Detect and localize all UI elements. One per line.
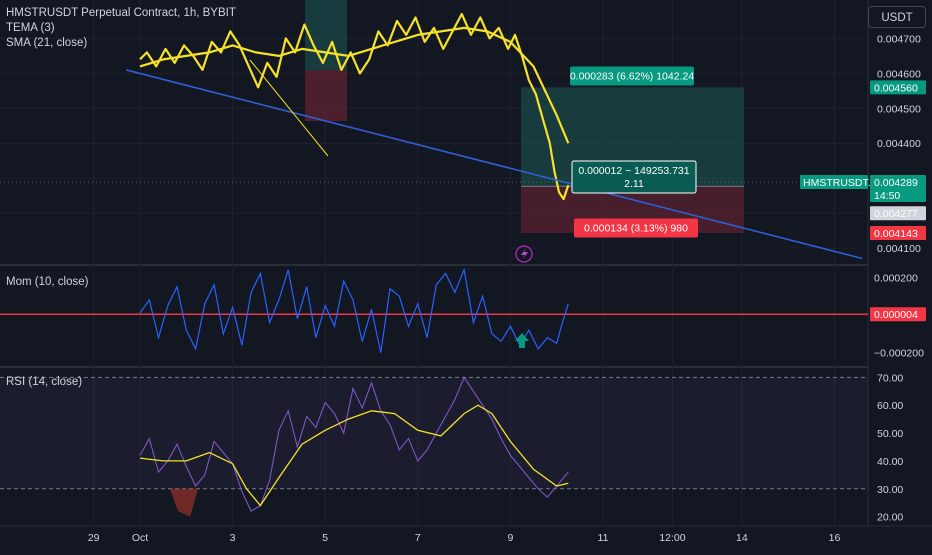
stop-label: 0.000134 (3.13%) 980 xyxy=(584,223,688,235)
rsi-tick-label: 50.00 xyxy=(877,428,903,440)
countdown-price-tag-label: 14:50 xyxy=(874,190,900,202)
center-label: 0.000012 ~ 149253.731 xyxy=(578,165,689,177)
price-tick-label: 0.004400 xyxy=(877,138,921,150)
sma-legend[interactable]: SMA (21, close) xyxy=(6,36,236,51)
currency-button[interactable]: USDT xyxy=(868,6,926,28)
price-tick-label: 0.004600 xyxy=(877,68,921,80)
rsi-tick-label: 70.00 xyxy=(877,372,903,384)
oversold-fill xyxy=(170,488,198,517)
last-price-tag-label: 0.004289 xyxy=(874,177,918,189)
chart-stage: 0.0047000.0046000.0045000.0044000.004300… xyxy=(0,0,932,550)
target-price-tag-label: 0.004560 xyxy=(874,82,918,94)
momentum-value-label: 0.000004 xyxy=(874,309,918,321)
position-zones xyxy=(305,0,744,234)
time-tick-label: 29 xyxy=(88,532,100,544)
time-tick-label: 9 xyxy=(507,532,513,544)
stop-price-tag-label: 0.004143 xyxy=(874,228,918,240)
symbol-price-tag-label: HMSTRUSDT.P xyxy=(803,177,878,189)
chart-canvas[interactable]: 0.0047000.0046000.0045000.0044000.004300… xyxy=(0,0,932,550)
center-label: 2.11 xyxy=(624,178,644,190)
tema-legend[interactable]: TEMA (3) xyxy=(6,21,236,36)
earlier-profit-zone xyxy=(305,0,347,70)
legend-main: HMSTRUSDT Perpetual Contract, 1h, BYBIT … xyxy=(6,6,236,51)
time-tick-label: 14 xyxy=(736,532,748,544)
earlier-loss-zone xyxy=(305,70,347,121)
trendline[interactable] xyxy=(125,69,863,260)
mom-legend[interactable]: Mom (10, close) xyxy=(6,275,88,290)
time-tick-label: 3 xyxy=(230,532,236,544)
rsi-tick-label: 20.00 xyxy=(877,512,903,524)
rsi-legend[interactable]: RSI (14, close) xyxy=(6,375,82,390)
symbol-title[interactable]: HMSTRUSDT Perpetual Contract, 1h, BYBIT xyxy=(6,6,236,21)
time-tick-label: Oct xyxy=(132,532,148,544)
momentum-panel xyxy=(0,267,868,353)
up-arrow-icon[interactable] xyxy=(515,333,529,348)
price-tick-label: 0.004700 xyxy=(877,33,921,45)
rsi-tick-label: 30.00 xyxy=(877,484,903,496)
rsi-band-fill xyxy=(0,377,868,489)
time-tick-label: 16 xyxy=(829,532,841,544)
target-label: 0.000283 (6.62%) 1042.24 xyxy=(570,71,695,83)
price-tick-label: 0.004100 xyxy=(877,243,921,255)
time-tick-label: 11 xyxy=(598,532,609,544)
entry-price-tag-label: 0.004277 xyxy=(874,208,918,220)
time-tick-label: 12:00 xyxy=(659,532,685,544)
momentum-tick-label: 0.000200 xyxy=(874,272,918,284)
rsi-tick-label: 40.00 xyxy=(877,456,903,468)
rsi-tick-label: 60.00 xyxy=(877,400,903,412)
price-tick-label: 0.004500 xyxy=(877,103,921,115)
momentum-line[interactable] xyxy=(139,267,569,353)
time-tick-label: 5 xyxy=(322,532,328,544)
momentum-tick-label: −0.000200 xyxy=(874,348,924,360)
lightning-icon-glyph xyxy=(521,248,528,260)
time-tick-label: 7 xyxy=(415,532,421,544)
rsi-panel xyxy=(0,376,868,517)
